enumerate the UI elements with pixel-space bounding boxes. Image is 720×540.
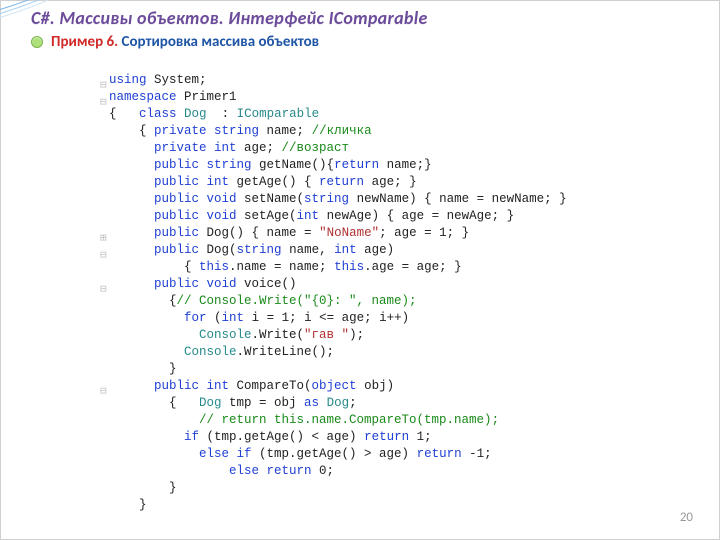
bullet-example-6: Пример 6. Сортировка массива объектов [31,33,319,51]
code-block: using System; namespace Primer1 { class … [109,72,567,514]
bullet-prefix: Пример 6. [51,33,122,51]
page-number: 20 [680,510,693,525]
fold-gutter: ⊟ ⊟ ⊞ ⊟ ⊟ ⊟ [100,59,107,518]
bullet-text: Сортировка массива объектов [122,33,320,51]
slide-title: С#. Массивы объектов. Интерфейс ICompara… [31,7,428,29]
bullet-dot-icon [31,36,43,48]
